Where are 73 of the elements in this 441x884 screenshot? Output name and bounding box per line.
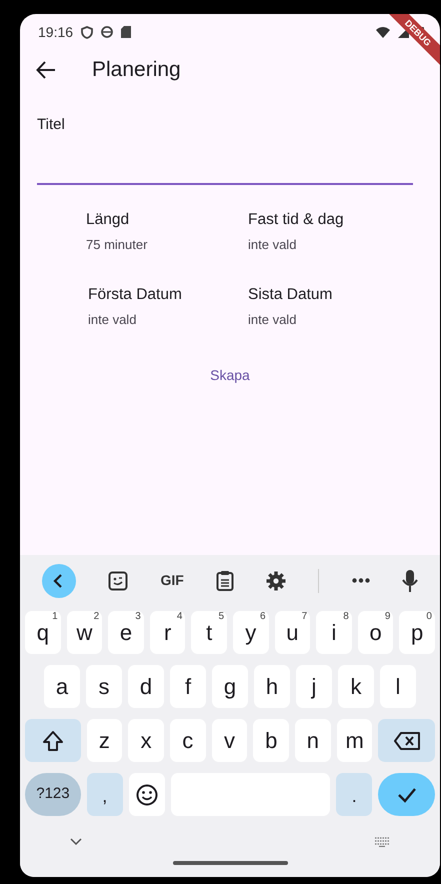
key-hint: 5 bbox=[218, 612, 224, 622]
key[interactable]: m bbox=[336, 719, 372, 762]
key[interactable]: z bbox=[86, 719, 122, 762]
key[interactable]: j bbox=[296, 665, 332, 708]
punctuation-key[interactable]: , bbox=[86, 773, 123, 816]
key[interactable]: a bbox=[44, 665, 80, 708]
setting-value: 75 minuter bbox=[86, 236, 148, 254]
key[interactable]: l bbox=[380, 665, 416, 708]
key[interactable]: e 3 bbox=[108, 611, 144, 654]
key[interactable]: n bbox=[295, 719, 331, 762]
setting-value: inte vald bbox=[88, 310, 136, 329]
field-label: Titel bbox=[37, 115, 65, 135]
key-hint: 1 bbox=[52, 612, 58, 622]
setting-label[interactable]: Längd bbox=[86, 211, 130, 230]
enter-key[interactable] bbox=[378, 773, 435, 816]
clipboard-icon[interactable] bbox=[216, 570, 234, 592]
key[interactable]: p 0 bbox=[399, 611, 435, 654]
backspace-key[interactable] bbox=[378, 719, 435, 762]
backspace-icon bbox=[394, 732, 420, 750]
key-hint: 6 bbox=[260, 612, 266, 622]
key[interactable]: v bbox=[212, 719, 248, 762]
key[interactable]: g bbox=[212, 665, 248, 708]
shift-key[interactable] bbox=[25, 719, 81, 762]
key[interactable]: d bbox=[128, 665, 164, 708]
key-hint: 7 bbox=[302, 612, 308, 622]
shift-icon bbox=[42, 730, 64, 752]
key[interactable]: t 5 bbox=[191, 611, 227, 654]
back-icon[interactable] bbox=[42, 564, 76, 598]
key[interactable]: s bbox=[86, 665, 122, 708]
emoji-key[interactable] bbox=[128, 773, 165, 816]
key[interactable]: k bbox=[338, 665, 374, 708]
key[interactable]: w 2 bbox=[66, 611, 102, 654]
wifi-icon bbox=[376, 26, 390, 38]
key[interactable]: c bbox=[170, 719, 206, 762]
settings-icon[interactable] bbox=[266, 570, 286, 591]
back-arrow-icon[interactable] bbox=[36, 61, 56, 79]
status-time: 19:16 bbox=[38, 22, 74, 42]
keyboard-icon[interactable] bbox=[374, 836, 390, 847]
key-hint: 3 bbox=[135, 612, 141, 622]
key[interactable]: f bbox=[170, 665, 206, 708]
key[interactable]: q 1 bbox=[25, 611, 61, 654]
key[interactable]: i 8 bbox=[316, 611, 352, 654]
sd-card-icon bbox=[121, 26, 132, 38]
smiley-icon bbox=[136, 784, 158, 806]
key-hint: 8 bbox=[343, 612, 349, 622]
page-title: Planering bbox=[92, 57, 181, 84]
setting-label[interactable]: Fast tid & dag bbox=[248, 211, 344, 230]
microphone-icon[interactable] bbox=[402, 570, 418, 592]
setting-label[interactable]: Första Datum bbox=[88, 286, 182, 305]
key[interactable]: y 6 bbox=[233, 611, 269, 654]
key[interactable]: r 4 bbox=[150, 611, 186, 654]
key-hint: 2 bbox=[94, 612, 100, 622]
chevron-down-icon[interactable] bbox=[70, 838, 82, 846]
checkmark-icon bbox=[396, 786, 417, 803]
punctuation-key[interactable]: . bbox=[336, 773, 372, 816]
setting-value: inte vald bbox=[248, 236, 296, 254]
setting-value: inte vald bbox=[248, 310, 296, 329]
setting-label[interactable]: Sista Datum bbox=[248, 286, 332, 305]
gif-button[interactable]: GIF bbox=[160, 570, 184, 592]
sticker-icon[interactable] bbox=[108, 570, 128, 591]
more-icon[interactable] bbox=[352, 578, 370, 584]
key[interactable]: o 9 bbox=[358, 611, 394, 654]
key-hint: 4 bbox=[176, 612, 182, 622]
key[interactable]: h bbox=[254, 665, 290, 708]
key-hint: 0 bbox=[426, 612, 432, 622]
shield-icon bbox=[81, 26, 94, 38]
symbols-key[interactable]: ?123 bbox=[25, 773, 81, 816]
key[interactable]: x bbox=[128, 719, 164, 762]
key-hint: 9 bbox=[384, 612, 390, 622]
circle-icon bbox=[101, 26, 114, 38]
create-button[interactable]: Skapa bbox=[204, 363, 256, 388]
key[interactable]: b bbox=[253, 719, 290, 762]
key[interactable]: u 7 bbox=[274, 611, 310, 654]
